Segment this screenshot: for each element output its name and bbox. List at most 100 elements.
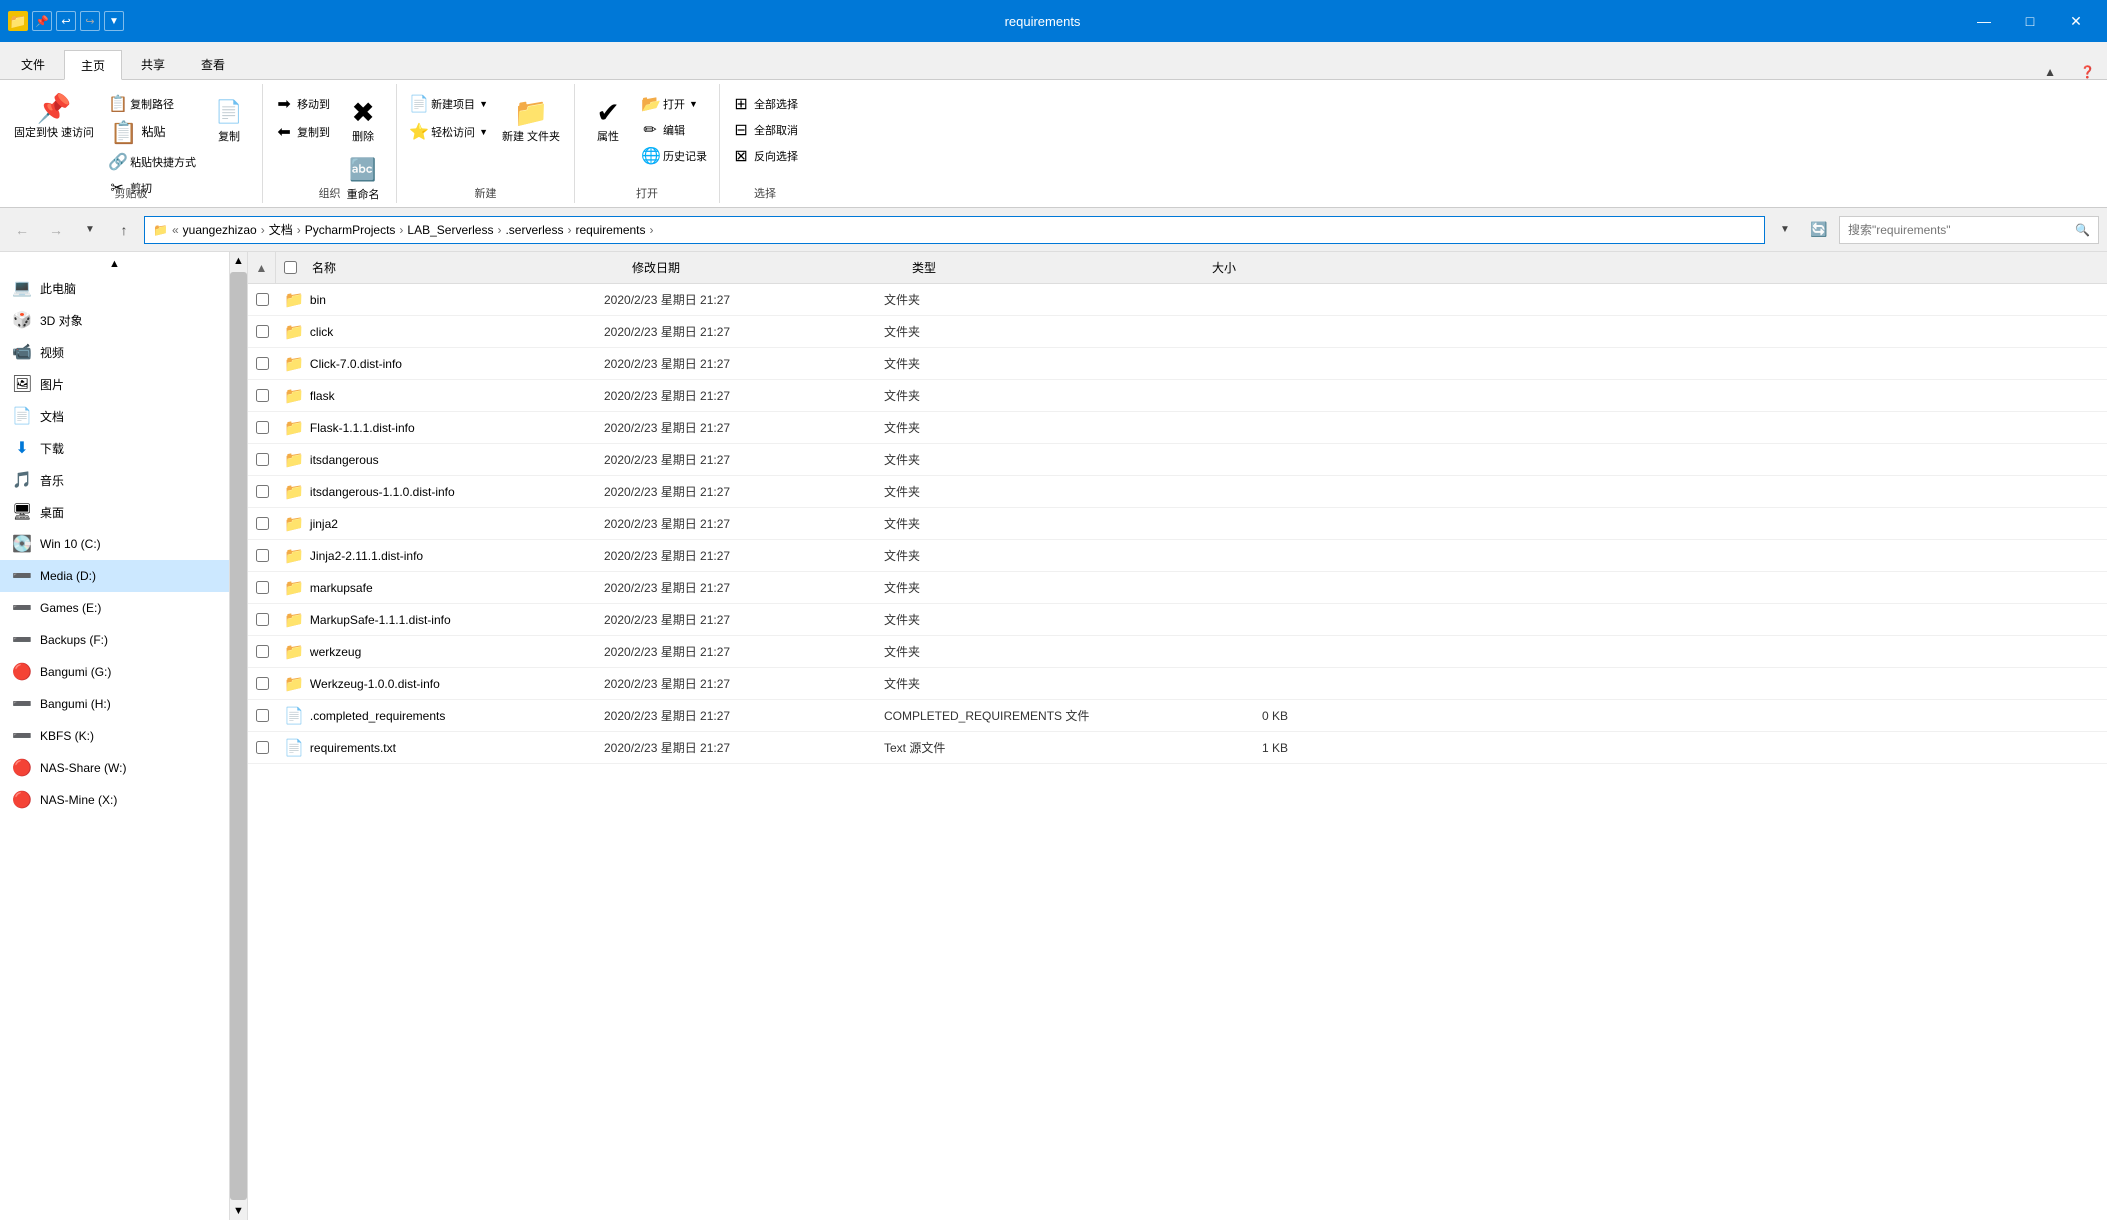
- sidebar-item-kbfs[interactable]: ➖ KBFS (K:): [0, 720, 229, 752]
- minimize-button[interactable]: —: [1961, 0, 2007, 42]
- select-none-button[interactable]: ⊟ 全部取消: [728, 118, 802, 142]
- table-row[interactable]: 📁 Click-7.0.dist-info 2020/2/23 星期日 21:2…: [248, 348, 2107, 380]
- refresh-button[interactable]: 🔄: [1805, 216, 1833, 244]
- row-select-checkbox[interactable]: [256, 357, 269, 370]
- sidebar-item-pictures[interactable]: 🖼 图片: [0, 368, 229, 400]
- breadcrumb-requirements[interactable]: requirements: [575, 223, 645, 237]
- row-select-checkbox[interactable]: [256, 677, 269, 690]
- table-row[interactable]: 📁 markupsafe 2020/2/23 星期日 21:27 文件夹: [248, 572, 2107, 604]
- search-input[interactable]: [1848, 223, 2071, 237]
- new-folder-button[interactable]: 📁 新建 文件夹: [496, 92, 566, 146]
- tab-share[interactable]: 共享: [124, 49, 182, 79]
- breadcrumb-lab[interactable]: LAB_Serverless: [407, 223, 493, 237]
- row-checkbox-2[interactable]: [248, 357, 276, 370]
- table-row[interactable]: 📁 itsdangerous-1.1.0.dist-info 2020/2/23…: [248, 476, 2107, 508]
- sidebar-item-documents[interactable]: 📄 文档: [0, 400, 229, 432]
- sidebar-item-bangumih[interactable]: ➖ Bangumi (H:): [0, 688, 229, 720]
- search-box[interactable]: 🔍: [1839, 216, 2099, 244]
- invert-selection-button[interactable]: ⊠ 反向选择: [728, 144, 802, 168]
- row-select-checkbox[interactable]: [256, 517, 269, 530]
- new-item-button[interactable]: 📄 新建项目 ▼: [405, 92, 492, 116]
- address-path-box[interactable]: 📁 « yuangezhizao › 文档 › PycharmProjects …: [144, 216, 1765, 244]
- row-select-checkbox[interactable]: [256, 453, 269, 466]
- table-row[interactable]: 📁 Werkzeug-1.0.0.dist-info 2020/2/23 星期日…: [248, 668, 2107, 700]
- paste-shortcut-button[interactable]: 🔗 粘贴快捷方式: [104, 150, 200, 174]
- row-select-checkbox[interactable]: [256, 645, 269, 658]
- column-header-date[interactable]: 修改日期: [624, 259, 904, 276]
- row-select-checkbox[interactable]: [256, 549, 269, 562]
- sort-button[interactable]: ▲: [248, 252, 276, 284]
- close-button[interactable]: ✕: [2053, 0, 2099, 42]
- row-select-checkbox[interactable]: [256, 389, 269, 402]
- table-row[interactable]: 📁 Flask-1.1.1.dist-info 2020/2/23 星期日 21…: [248, 412, 2107, 444]
- help-button[interactable]: ❓: [2068, 65, 2107, 79]
- sidebar-item-bangumig[interactable]: 🔴 Bangumi (G:): [0, 656, 229, 688]
- row-select-checkbox[interactable]: [256, 293, 269, 306]
- row-checkbox-4[interactable]: [248, 421, 276, 434]
- breadcrumb-pycharm[interactable]: PycharmProjects: [305, 223, 396, 237]
- row-select-checkbox[interactable]: [256, 421, 269, 434]
- back-button[interactable]: ←: [8, 216, 36, 244]
- maximize-button[interactable]: □: [2007, 0, 2053, 42]
- sidebar-scroll-thumb[interactable]: [230, 272, 247, 1200]
- easy-access-button[interactable]: ⭐ 轻松访问 ▼: [405, 120, 492, 144]
- tab-home[interactable]: 主页: [64, 50, 122, 80]
- row-select-checkbox[interactable]: [256, 325, 269, 338]
- row-checkbox-10[interactable]: [248, 613, 276, 626]
- row-select-checkbox[interactable]: [256, 485, 269, 498]
- paste-button[interactable]: 📋 粘贴: [104, 118, 200, 148]
- sidebar-item-mediad[interactable]: ➖ Media (D:): [0, 560, 229, 592]
- delete-button[interactable]: ✖ 删除: [338, 92, 388, 146]
- row-checkbox-3[interactable]: [248, 389, 276, 402]
- customize-toolbar-icon[interactable]: ▼: [104, 11, 124, 31]
- copy-button[interactable]: 📄 复制: [204, 92, 254, 146]
- address-dropdown-button[interactable]: ▼: [1771, 216, 1799, 244]
- row-select-checkbox[interactable]: [256, 709, 269, 722]
- tab-view[interactable]: 查看: [184, 49, 242, 79]
- edit-button[interactable]: ✏ 编辑: [637, 118, 711, 142]
- recent-locations-button[interactable]: ▼: [76, 216, 104, 244]
- history-button[interactable]: 🌐 历史记录: [637, 144, 711, 168]
- forward-button[interactable]: →: [42, 216, 70, 244]
- row-checkbox-5[interactable]: [248, 453, 276, 466]
- row-checkbox-7[interactable]: [248, 517, 276, 530]
- sidebar-item-nasmine[interactable]: 🔴 NAS-Mine (X:): [0, 784, 229, 816]
- sidebar-item-videos[interactable]: 📹 视频: [0, 336, 229, 368]
- table-row[interactable]: 📁 itsdangerous 2020/2/23 星期日 21:27 文件夹: [248, 444, 2107, 476]
- sidebar-scroll-up[interactable]: ▲: [0, 256, 229, 272]
- sidebar-item-desktop[interactable]: 🖥 桌面: [0, 496, 229, 528]
- sidebar-scrollbar[interactable]: ▲ ▼: [230, 252, 248, 1220]
- ribbon-collapse-button[interactable]: ▲: [2032, 65, 2068, 79]
- properties-button[interactable]: ✔ 属性: [583, 92, 633, 146]
- up-button[interactable]: ↑: [110, 216, 138, 244]
- breadcrumb-documents[interactable]: 文档: [269, 221, 293, 238]
- pin-to-quick-access-button[interactable]: 📌 固定到快 速访问: [8, 88, 100, 142]
- sidebar-item-3d[interactable]: 🎲 3D 对象: [0, 304, 229, 336]
- copy-to-button[interactable]: ⬅ 复制到: [271, 120, 334, 144]
- row-checkbox-0[interactable]: [248, 293, 276, 306]
- row-checkbox-12[interactable]: [248, 677, 276, 690]
- sidebar-item-music[interactable]: 🎵 音乐: [0, 464, 229, 496]
- select-all-checkbox[interactable]: [284, 261, 297, 274]
- breadcrumb-yuangezhizao[interactable]: yuangezhizao: [183, 223, 257, 237]
- row-checkbox-8[interactable]: [248, 549, 276, 562]
- row-checkbox-1[interactable]: [248, 325, 276, 338]
- sidebar-item-nasshare[interactable]: 🔴 NAS-Share (W:): [0, 752, 229, 784]
- row-checkbox-11[interactable]: [248, 645, 276, 658]
- undo-icon[interactable]: ↩: [56, 11, 76, 31]
- table-row[interactable]: 📁 Jinja2-2.11.1.dist-info 2020/2/23 星期日 …: [248, 540, 2107, 572]
- row-checkbox-9[interactable]: [248, 581, 276, 594]
- column-header-size[interactable]: 大小: [1204, 259, 1324, 276]
- row-select-checkbox[interactable]: [256, 613, 269, 626]
- sidebar-item-backups[interactable]: ➖ Backups (F:): [0, 624, 229, 656]
- table-row[interactable]: 📄 requirements.txt 2020/2/23 星期日 21:27 T…: [248, 732, 2107, 764]
- redo-icon[interactable]: ↪: [80, 11, 100, 31]
- row-checkbox-13[interactable]: [248, 709, 276, 722]
- table-row[interactable]: 📁 jinja2 2020/2/23 星期日 21:27 文件夹: [248, 508, 2107, 540]
- row-checkbox-14[interactable]: [248, 741, 276, 754]
- column-header-type[interactable]: 类型: [904, 259, 1204, 276]
- table-row[interactable]: 📄 .completed_requirements 2020/2/23 星期日 …: [248, 700, 2107, 732]
- select-all-button[interactable]: ⊞ 全部选择: [728, 92, 802, 116]
- table-row[interactable]: 📁 flask 2020/2/23 星期日 21:27 文件夹: [248, 380, 2107, 412]
- move-to-button[interactable]: ➡ 移动到: [271, 92, 334, 116]
